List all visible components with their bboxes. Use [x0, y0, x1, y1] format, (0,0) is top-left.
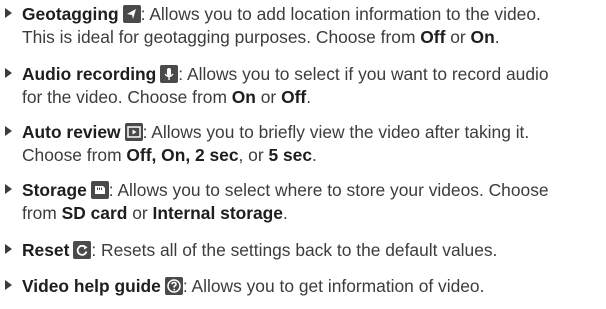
option-separator: or	[127, 203, 153, 223]
item-description: : Allows you to select if you want to re…	[178, 64, 549, 84]
item-description: : Allows you to select where to store yo…	[108, 180, 549, 200]
reset-icon	[73, 241, 92, 259]
option-value: SD card	[61, 203, 128, 223]
sentence-end: .	[494, 27, 500, 47]
item-description: : Resets all of the settings back to the…	[91, 240, 498, 260]
item-description-cont: Choose from	[22, 145, 127, 165]
option-value: On	[470, 27, 495, 47]
auto-review-icon	[124, 123, 143, 141]
item-description: : Allows you to get information of video…	[182, 276, 485, 296]
option-value: Off	[420, 27, 446, 47]
sentence-end: .	[312, 145, 317, 165]
bullet-arrow-icon	[5, 184, 12, 194]
item-title: Audio recording	[22, 64, 157, 84]
microphone-icon	[160, 65, 179, 83]
bullet-arrow-icon	[5, 244, 12, 254]
item-description-cont: This is ideal for geotagging purposes. C…	[22, 27, 421, 47]
bullet-arrow-icon	[5, 280, 12, 290]
option-value: Off	[281, 87, 307, 107]
option-separator: or	[445, 27, 471, 47]
geotag-icon	[122, 5, 141, 23]
item-description-cont: for the video. Choose from	[22, 87, 232, 107]
item-title: Geotagging	[22, 4, 119, 24]
item-title: Auto review	[22, 122, 121, 142]
bullet-arrow-icon	[5, 68, 12, 78]
option-value: Internal storage	[152, 203, 283, 223]
option-separator: , or	[238, 145, 269, 165]
option-value: 5 sec	[268, 145, 312, 165]
option-separator: or	[255, 87, 282, 107]
item-title: Reset	[22, 240, 70, 260]
settings-list: Geotagging : Allows you to add location i…	[0, 0, 606, 309]
help-icon	[164, 277, 183, 295]
bullet-arrow-icon	[5, 126, 12, 136]
item-title: Video help guide	[22, 276, 161, 296]
item-description: : Allows you to briefly view the video a…	[142, 122, 530, 142]
option-value: Off, On, 2 sec	[126, 145, 239, 165]
item-description: : Allows you to add location information…	[140, 4, 541, 24]
option-value: On	[231, 87, 256, 107]
sentence-end: .	[306, 87, 312, 107]
sentence-end: .	[282, 203, 288, 223]
item-title: Storage	[22, 180, 87, 200]
item-description-cont: from	[22, 203, 62, 223]
bullet-arrow-icon	[5, 8, 12, 18]
storage-icon	[90, 181, 109, 199]
